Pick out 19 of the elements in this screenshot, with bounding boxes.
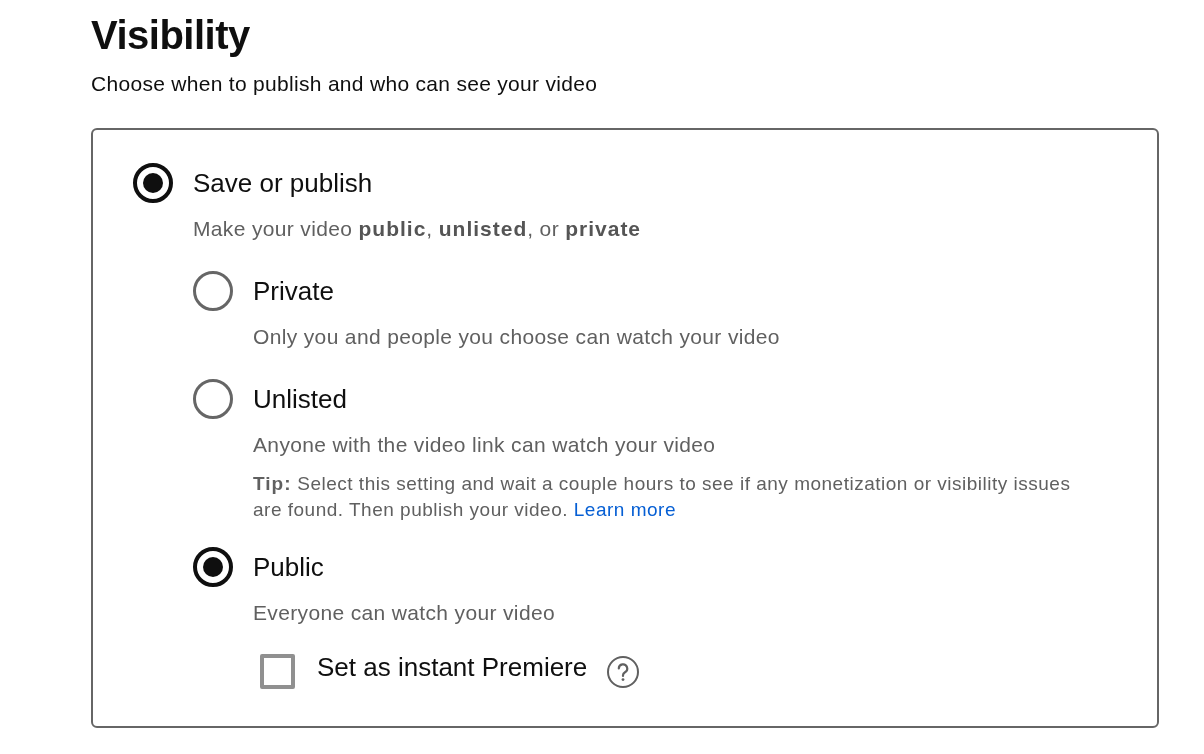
option-description: Anyone with the video link can watch your video — [253, 432, 717, 458]
option-description: Make your video public, unlisted, or private — [193, 216, 643, 242]
option-description: Everyone can watch your video — [253, 600, 556, 626]
premiere-label: Set as instant Premiere — [317, 652, 588, 682]
page-subtitle: Choose when to publish and who can see your video — [91, 71, 598, 97]
option-label: Private — [253, 275, 334, 307]
radio-button[interactable] — [193, 379, 233, 419]
page-title: Visibility — [91, 12, 250, 58]
help-icon[interactable] — [607, 655, 640, 688]
radio-button[interactable] — [193, 271, 233, 311]
radio-button[interactable] — [193, 547, 233, 587]
option-label: Save or publish — [193, 167, 373, 199]
option-label: Public — [253, 551, 324, 583]
radio-button[interactable] — [133, 163, 173, 203]
learn-more-link[interactable]: Learn more — [573, 499, 676, 520]
option-description: Only you and people you choose can watch your video — [253, 324, 781, 350]
option-label: Unlisted — [253, 383, 347, 415]
premiere-checkbox[interactable] — [260, 654, 295, 689]
tip-text: Tip: Select this setting and wait a couple hours to see if any monetization or visibility issues are found. Then publish your video. Learn more — [253, 472, 1072, 522]
